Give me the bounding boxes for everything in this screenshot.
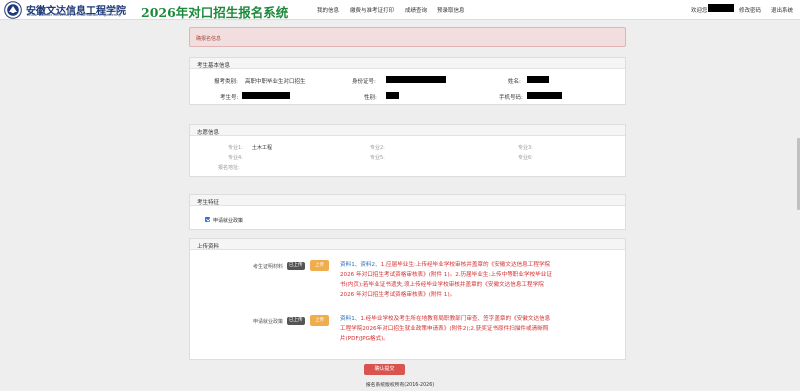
enroll-type-label: 报考类别: <box>214 79 238 85</box>
logout-link[interactable]: 退出系统 <box>771 6 793 14</box>
major-3-label: 专业3: <box>518 145 533 151</box>
basic-info-header: 考生基本信息 <box>190 58 625 69</box>
upload-item-1-label: 考生证明材料 <box>253 264 284 270</box>
footer-copyright: 报名系统版权所有(2016-2026) <box>365 383 435 388</box>
upload-item-1-note: 资料1、资料2、1.应届毕业生:上传经毕业学校审核并盖章的《安徽文达信息工程学院… <box>340 260 552 300</box>
app-title: 2026年对口招生报名系统 <box>141 5 289 20</box>
employment-policy-label: 申请就业政策 <box>213 218 244 224</box>
id-number-redacted <box>386 76 446 83</box>
name-redacted <box>527 76 549 83</box>
employment-policy-checkbox[interactable] <box>205 217 210 222</box>
school-name-en: Anhui Wonder University of Information E… <box>27 13 121 17</box>
features-header: 考生特征 <box>190 195 625 206</box>
upload-item-1-files-link[interactable]: 资料1、资料2、 <box>340 262 381 268</box>
name-label: 姓名: <box>508 79 521 85</box>
wish-info-header: 志愿信息 <box>190 125 625 136</box>
top-bar: 安徽文达信息工程学院 Anhui Wonder University of In… <box>0 0 800 20</box>
username-redacted <box>708 4 734 12</box>
wish-info-title: 志愿信息 <box>197 130 220 136</box>
major-2-label: 专业2: <box>370 145 385 151</box>
phone-label: 手机号码: <box>499 95 523 101</box>
phone-redacted <box>527 92 562 99</box>
gender-redacted <box>386 92 399 99</box>
major-1-label: 专业1: <box>228 145 243 151</box>
nav-score-query[interactable]: 成绩查询 <box>405 6 427 14</box>
id-number-label: 身份证号: <box>352 79 376 85</box>
change-password-link[interactable]: 修改密码 <box>739 6 761 14</box>
alert-banner: 确报名信息 <box>189 27 626 47</box>
upload-header: 上传资料 <box>190 239 625 250</box>
nav-payment-admission[interactable]: 缴费与准考证打印 <box>350 6 394 14</box>
upload-item-1-status-badge: 已上传 <box>287 262 305 270</box>
upload-item-2-note: 资料1、1.经毕业学校及考生所在地教育局职教部门审查、签字盖章的《安徽文达信息工… <box>340 314 552 344</box>
registration-address-label: 报名地址: <box>218 165 240 171</box>
basic-info-title: 考生基本信息 <box>197 63 231 69</box>
features-title: 考生特征 <box>197 200 220 206</box>
nav-my-info[interactable]: 我的信息 <box>317 6 339 14</box>
submit-button[interactable]: 确认提交 <box>364 364 405 375</box>
features-panel: 考生特征 申请就业政策 <box>189 194 626 230</box>
enroll-type-value: 高职中职毕业生对口招生 <box>245 79 306 85</box>
exam-number-label: 考生号: <box>220 95 239 101</box>
welcome-text: 欢迎您: <box>691 8 710 14</box>
upload-item-2-requirements: 1.经毕业学校及考生所在地教育局职教部门审查、签字盖章的《安徽文达信息工程学院2… <box>340 316 551 342</box>
nav-pre-admission[interactable]: 预录取信息 <box>437 6 465 14</box>
gender-label: 性别: <box>364 95 377 101</box>
wish-info-panel: 志愿信息 专业1: 土木工程 专业2: 专业3: 专业4: 专业5: 专业6: … <box>189 124 626 177</box>
major-5-label: 专业5: <box>370 155 385 161</box>
major-1-value: 土木工程 <box>252 145 273 151</box>
upload-panel: 上传资料 考生证明材料 已上传 上传 资料1、资料2、1.应届毕业生:上传经毕业… <box>189 238 626 360</box>
basic-info-panel: 考生基本信息 报考类别: 高职中职毕业生对口招生 身份证号: 姓名: 考生号: … <box>189 57 626 105</box>
major-6-label: 专业6: <box>518 155 533 161</box>
alert-text: 确报名信息 <box>196 36 222 42</box>
upload-item-2-label: 申请就业政策 <box>253 319 284 325</box>
major-4-label: 专业4: <box>228 155 243 161</box>
upload-item-2-status-badge: 已上传 <box>287 317 305 325</box>
upload-item-1-button[interactable]: 上传 <box>310 260 329 271</box>
upload-item-2-files-link[interactable]: 资料1、 <box>340 316 360 322</box>
upload-title: 上传资料 <box>197 244 220 250</box>
school-logo-icon <box>4 1 22 19</box>
exam-number-redacted <box>242 92 290 99</box>
upload-item-2-button[interactable]: 上传 <box>310 315 329 326</box>
